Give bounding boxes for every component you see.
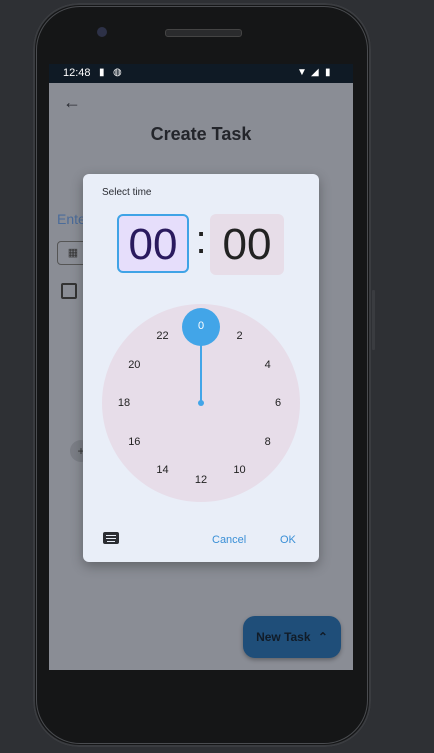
clock-number-6[interactable]: 6: [266, 395, 290, 411]
earpiece-speaker: [165, 29, 242, 37]
ok-button[interactable]: OK: [280, 534, 296, 546]
notification-icon: ◍: [113, 67, 122, 78]
clock-number-8[interactable]: 8: [256, 434, 280, 450]
time-separator: :: [195, 218, 207, 262]
battery-icon: ▮: [325, 67, 331, 78]
front-camera: [97, 27, 107, 37]
power-button: [372, 290, 375, 350]
clock-number-0[interactable]: 0: [189, 318, 213, 334]
clock-number-16[interactable]: 16: [122, 434, 146, 450]
signal-icon: ◢: [311, 67, 319, 78]
clock-number-12[interactable]: 12: [189, 472, 213, 488]
status-time: 12:48: [63, 67, 91, 79]
sim-icon: ▮: [99, 67, 105, 78]
clock-face[interactable]: 0 2 4 6 8 10 12 14 16 18 20 22: [102, 304, 300, 502]
time-picker-dialog: Select time 00 : 00 0 2 4 6 8 10 12 14 16 18 20 22 …: [83, 174, 319, 562]
chevron-up-icon: ⌃: [317, 630, 328, 644]
clock-center-dot: [198, 400, 204, 406]
clock-number-22[interactable]: 22: [151, 328, 175, 344]
back-arrow-icon[interactable]: ←: [63, 92, 81, 113]
clock-number-18[interactable]: 18: [112, 395, 136, 411]
clock-number-20[interactable]: 20: [122, 357, 146, 373]
clock-number-14[interactable]: 14: [151, 462, 175, 478]
keyboard-icon[interactable]: [103, 532, 119, 544]
hour-input[interactable]: 00: [117, 214, 189, 273]
clock-number-10[interactable]: 10: [228, 462, 252, 478]
cancel-button[interactable]: Cancel: [212, 534, 246, 546]
clock-number-2[interactable]: 2: [228, 328, 252, 344]
wifi-icon: ▼: [297, 67, 307, 78]
status-bar: 12:48 ▮ ◍ ▼ ◢ ▮: [49, 64, 353, 83]
minute-input[interactable]: 00: [210, 214, 284, 275]
clock-number-4[interactable]: 4: [256, 357, 280, 373]
new-task-label: New Task: [256, 630, 311, 644]
dialog-title: Select time: [102, 187, 152, 198]
page-title: Create Task: [150, 124, 252, 144]
device-screen: 12:48 ▮ ◍ ▼ ◢ ▮ ← Create Task Ente ▦ + N…: [49, 64, 353, 670]
checkbox[interactable]: [61, 283, 77, 299]
new-task-button[interactable]: New Task ⌃: [243, 616, 341, 658]
